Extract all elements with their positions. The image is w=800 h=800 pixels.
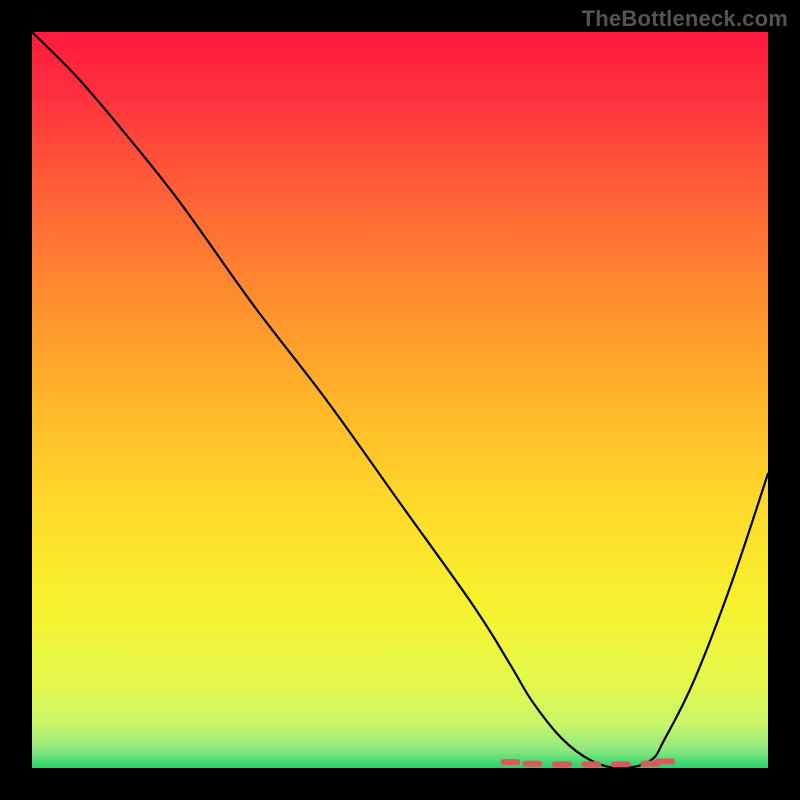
chart-svg xyxy=(32,32,768,768)
flat-region-markers xyxy=(503,761,672,764)
chart-frame: TheBottleneck.com xyxy=(0,0,800,800)
gradient-background xyxy=(32,32,768,768)
watermark-text: TheBottleneck.com xyxy=(582,6,788,32)
plot-area xyxy=(32,32,768,768)
